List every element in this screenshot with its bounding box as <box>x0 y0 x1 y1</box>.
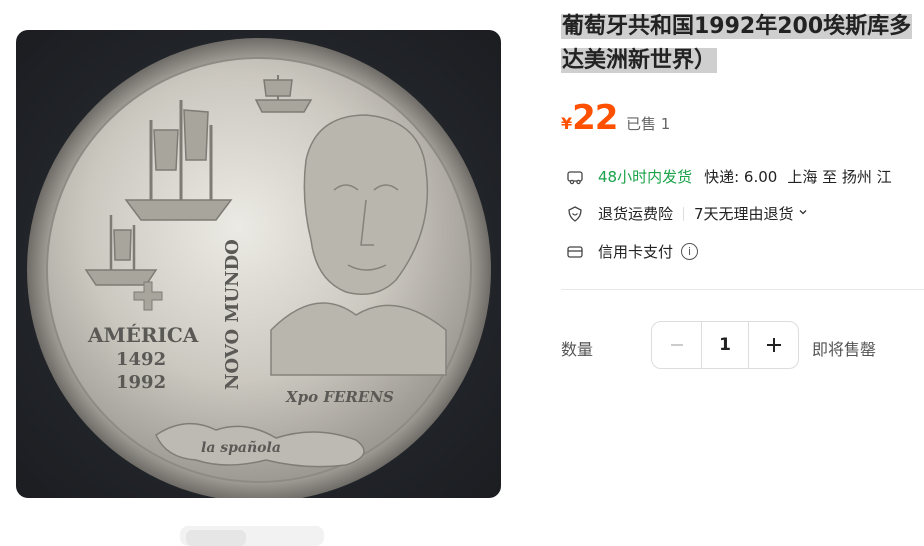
quantity-label: 数量 <box>561 340 594 359</box>
plus-icon[interactable] <box>749 322 798 368</box>
product-image[interactable]: AMÉRICA 1492 1992 NOVO MUNDO Xpo FERENS … <box>16 30 501 498</box>
stock-note: 即将售罄 <box>812 340 877 359</box>
coin-text-year2: 1992 <box>116 372 166 393</box>
shipping-route[interactable]: 上海 至 扬州 江 <box>787 166 891 187</box>
price: ¥ 22 <box>561 98 618 138</box>
price-amount: 22 <box>572 98 618 138</box>
chevron-down-icon[interactable] <box>798 207 808 220</box>
coin-text-espanola: la spañola <box>201 439 281 456</box>
payment-row: 信用卡支付 i <box>566 241 699 262</box>
product-title-line1: 葡萄牙共和国1992年200埃斯库多 <box>561 14 913 39</box>
credit-card-icon <box>566 243 584 261</box>
coin-text-america: AMÉRICA <box>87 323 199 347</box>
payment-method: 信用卡支付 <box>598 243 674 261</box>
coin-text-novo-mundo: NOVO MUNDO <box>222 239 243 390</box>
sold-count: 已售 1 <box>626 115 671 133</box>
returns-row[interactable]: 退货运费险 7天无理由退货 <box>566 203 808 224</box>
shipping-fee: 快递: 6.00 <box>704 168 778 186</box>
divider <box>683 206 685 221</box>
return-insurance: 退货运费险 <box>598 205 674 223</box>
thumbnail-active[interactable] <box>186 530 246 546</box>
shipping-row: 48小时内发货 快递: 6.00 上海 至 扬州 江 <box>566 166 892 187</box>
coin-text-year1: 1492 <box>116 349 166 370</box>
coin-text-ferens: Xpo FERENS <box>285 388 394 406</box>
delivery-van-icon <box>566 168 584 186</box>
quantity-input[interactable]: 1 <box>701 322 749 368</box>
section-divider <box>561 289 924 290</box>
info-icon[interactable]: i <box>681 243 699 260</box>
minus-icon[interactable] <box>652 322 701 368</box>
shield-heart-icon <box>566 205 584 223</box>
return-policy: 7天无理由退货 <box>694 205 794 223</box>
product-title-line2: 达美洲新世界） <box>561 48 718 73</box>
quantity-stepper: 1 <box>651 321 799 369</box>
shipping-highlight: 48小时内发货 <box>598 168 693 186</box>
product-title: 葡萄牙共和国1992年200埃斯库多 达美洲新世界） <box>561 10 924 78</box>
price-currency: ¥ <box>561 114 573 133</box>
